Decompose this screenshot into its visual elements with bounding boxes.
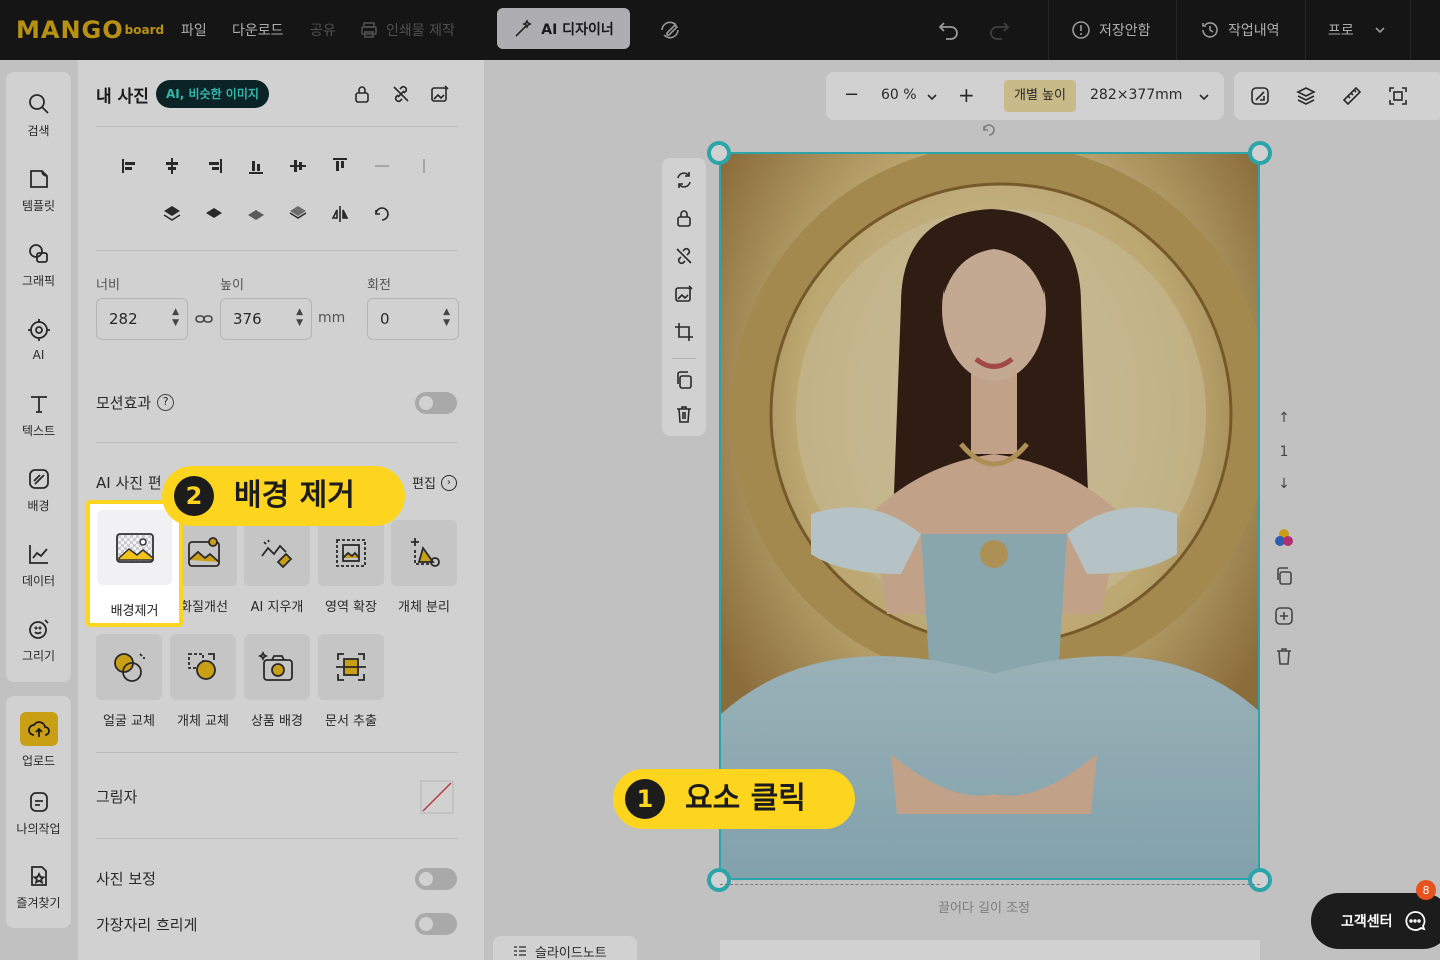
customer-center-button[interactable]: 고객센터 [1311,893,1440,949]
customer-center-label: 고객센터 [1341,914,1393,930]
chat-bubble-icon [1405,911,1425,931]
notification-badge: 8 [1416,880,1436,900]
tool-label: 배경제거 [110,604,159,619]
step-text: 배경 제거 [234,478,355,513]
tutorial-step-2: 2 배경 제거 [162,466,405,526]
tutorial-step-1: 1 요소 클릭 [613,769,855,829]
step-text: 요소 클릭 [685,781,806,816]
step-number: 2 [174,476,214,516]
tool-icon-box [97,510,172,585]
background-removal-icon [115,532,154,563]
tool-background-removal[interactable]: 배경제거 [86,500,183,627]
tutorial-dim-overlay-top [0,0,1440,60]
step-number: 1 [625,779,665,819]
